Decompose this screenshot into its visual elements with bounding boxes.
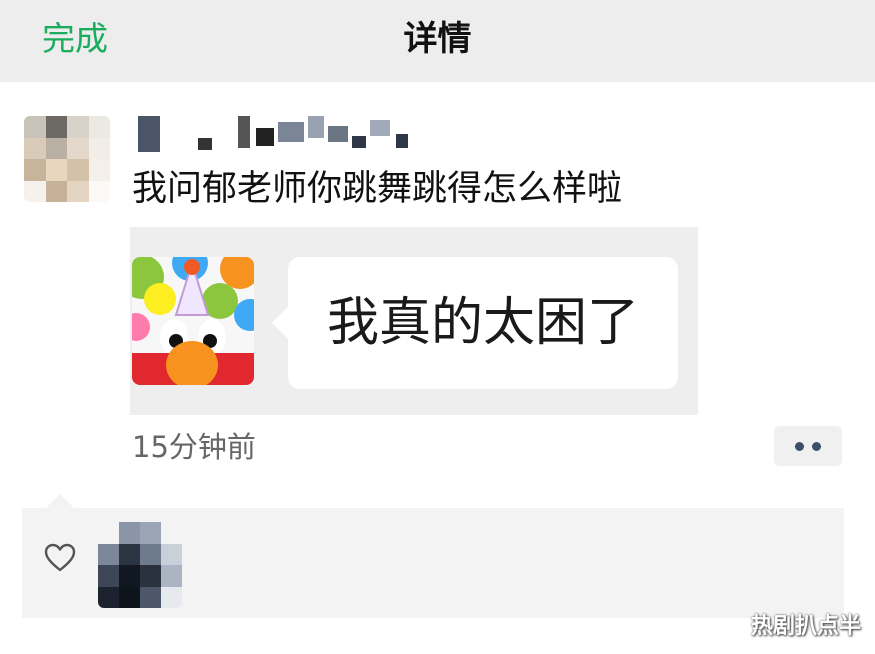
more-options-button[interactable] — [774, 426, 842, 466]
elmo-sticker — [132, 257, 254, 385]
speech-bubble: 我真的太困了 — [272, 257, 678, 389]
sticker-caption: 我真的太困了 — [326, 293, 639, 353]
sticker-image[interactable]: 我真的太困了 — [130, 227, 698, 415]
username-blurred[interactable] — [138, 112, 428, 154]
navbar: 完成 详情 — [0, 0, 875, 82]
post-text: 我问郁老师你跳舞跳得怎么样啦 — [132, 169, 623, 209]
avatar[interactable] — [24, 116, 110, 202]
liker-avatar[interactable] — [98, 522, 182, 608]
post-timestamp: 15分钟前 — [132, 430, 256, 464]
ellipsis-icon-dot — [812, 441, 821, 451]
ellipsis-icon — [795, 441, 804, 451]
watermark: 热剧扒点半 — [750, 614, 861, 639]
likes-panel — [22, 494, 844, 618]
page-title: 详情 — [403, 19, 472, 59]
heart-icon[interactable] — [44, 542, 76, 574]
